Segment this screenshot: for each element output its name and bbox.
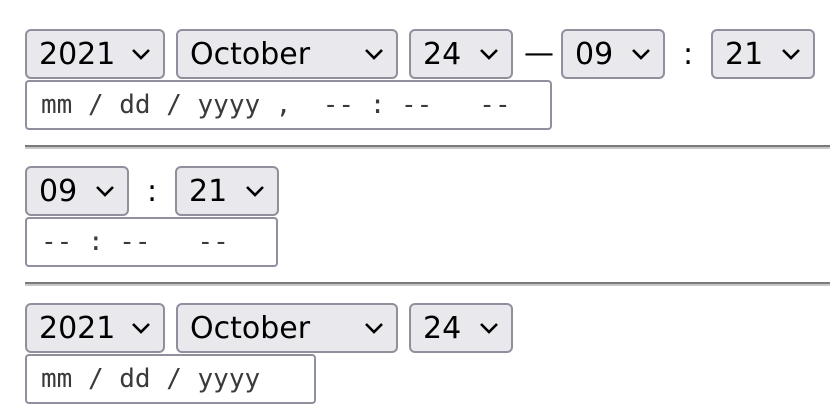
time-select-row: 09 : 21 <box>25 166 279 216</box>
year-select-value: 2021 <box>39 310 116 346</box>
hour-select[interactable]: 09 <box>561 29 665 79</box>
divider <box>25 145 830 149</box>
minute-select[interactable]: 21 <box>175 166 279 216</box>
day-select-value: 24 <box>423 310 462 346</box>
date-input[interactable]: mm / dd / yyyy <box>25 354 316 404</box>
chevron-down-icon <box>365 49 383 60</box>
chevron-down-icon <box>480 49 498 60</box>
month-select-value: October <box>190 36 311 72</box>
chevron-down-icon <box>132 49 150 60</box>
hour-select-value: 09 <box>39 173 78 209</box>
minute-select[interactable]: 21 <box>711 29 815 79</box>
datetime-local-input[interactable]: mm / dd / yyyy , -- : -- -- <box>25 80 552 130</box>
divider <box>25 282 830 286</box>
month-select-value: October <box>190 310 311 346</box>
day-select[interactable]: 24 <box>409 29 513 79</box>
minute-select-value: 21 <box>725 36 764 72</box>
date-placeholder: mm / dd / yyyy <box>41 364 261 394</box>
chevron-down-icon <box>480 323 498 334</box>
time-placeholder: -- : -- -- <box>41 227 229 257</box>
chevron-down-icon <box>782 49 800 60</box>
day-select-value: 24 <box>423 36 462 72</box>
hour-select[interactable]: 09 <box>25 166 129 216</box>
time-input[interactable]: -- : -- -- <box>25 217 278 267</box>
year-select[interactable]: 2021 <box>25 303 165 353</box>
datetime-placeholder: mm / dd / yyyy , -- : -- -- <box>41 90 511 120</box>
chevron-down-icon <box>96 186 114 197</box>
chevron-down-icon <box>365 323 383 334</box>
month-select[interactable]: October <box>176 303 398 353</box>
chevron-down-icon <box>132 323 150 334</box>
minute-select-value: 21 <box>189 173 228 209</box>
month-select[interactable]: October <box>176 29 398 79</box>
datetime-select-row: 2021 October 24 — 09 : 21 <box>25 29 815 79</box>
hour-select-value: 09 <box>575 36 614 72</box>
time-colon: : <box>682 36 694 72</box>
date-select-row: 2021 October 24 <box>25 303 513 353</box>
year-select[interactable]: 2021 <box>25 29 165 79</box>
date-time-separator: — <box>524 36 554 71</box>
year-select-value: 2021 <box>39 36 116 72</box>
day-select[interactable]: 24 <box>409 303 513 353</box>
time-colon: : <box>146 173 158 209</box>
chevron-down-icon <box>632 49 650 60</box>
chevron-down-icon <box>246 186 264 197</box>
